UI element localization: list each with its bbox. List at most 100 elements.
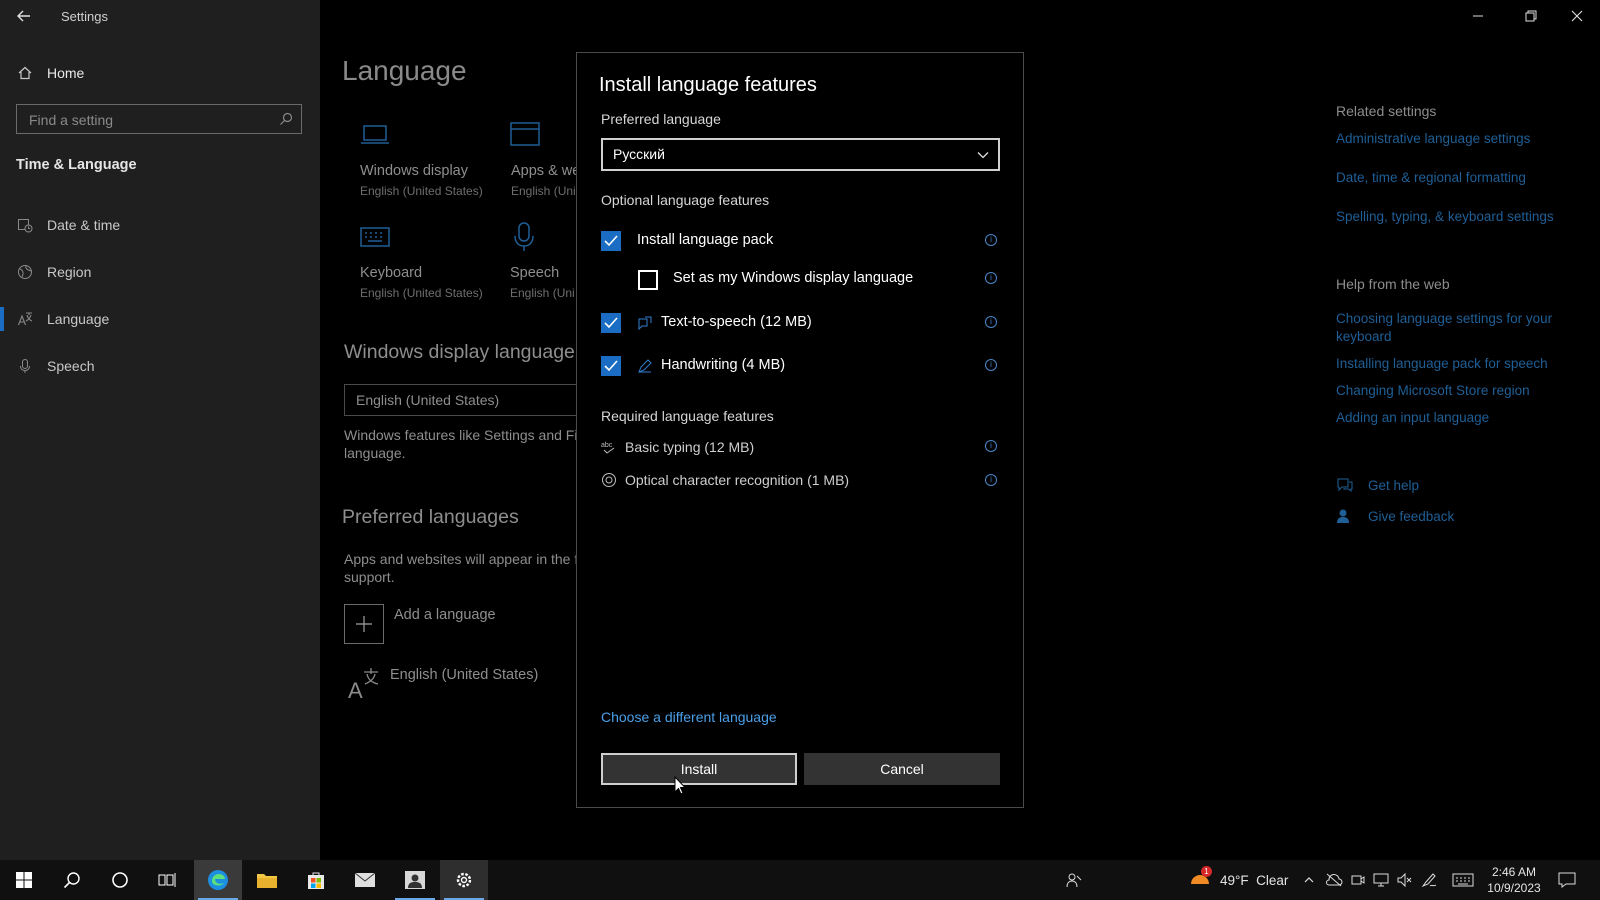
search-input[interactable] [27, 110, 271, 130]
sidebar-item-home-label: Home [47, 65, 85, 81]
set-display-checkbox[interactable] [638, 270, 658, 290]
sidebar-item-label: Date & time [47, 217, 121, 233]
tile-speech-label[interactable]: Speech [510, 265, 559, 281]
link-choosing-language-cont[interactable]: keyboard [1336, 329, 1392, 344]
tile-apps-label[interactable]: Apps & we [511, 163, 580, 179]
keyboard-icon [360, 225, 390, 251]
restore-icon[interactable] [1521, 6, 1541, 26]
onedrive-offline-icon[interactable] [1325, 860, 1343, 900]
sidebar-item-region[interactable]: Region [0, 252, 320, 292]
people-icon[interactable] [391, 860, 439, 900]
taskbar: 1 49°F Clear 2:46 AM 10/9/2023 [0, 860, 1600, 900]
info-icon[interactable]: i [985, 474, 997, 486]
speech-bubble-icon [637, 315, 653, 331]
mail-icon[interactable] [341, 860, 389, 900]
pen-workspace-icon[interactable] [1421, 860, 1437, 900]
link-store-region[interactable]: Changing Microsoft Store region [1336, 383, 1530, 398]
clock[interactable]: 2:46 AM 10/9/2023 [1486, 860, 1542, 900]
people-pinned-icon[interactable] [1050, 860, 1098, 900]
tile-keyboard-sub: English (United States) [360, 286, 483, 300]
search-icon[interactable] [48, 860, 96, 900]
mouse-cursor-icon [674, 776, 686, 796]
install-pack-checkbox[interactable] [601, 231, 621, 251]
microphone-icon [17, 358, 33, 374]
tile-speech-sub: English (Uni [510, 286, 575, 300]
sidebar-item-speech[interactable]: Speech [0, 346, 320, 386]
handwriting-label[interactable]: Handwriting (4 MB) [661, 357, 785, 373]
install-button[interactable]: Install [601, 753, 797, 785]
sidebar-item-home[interactable]: Home [0, 53, 320, 93]
tile-windows-display-sub: English (United States) [360, 184, 483, 198]
touch-keyboard-icon[interactable] [1452, 860, 1474, 900]
link-language-pack-speech[interactable]: Installing language pack for speech [1336, 356, 1548, 371]
task-view-icon[interactable] [144, 860, 192, 900]
volume-muted-icon[interactable] [1397, 860, 1413, 900]
info-icon[interactable]: i [985, 272, 997, 284]
cortana-icon[interactable] [96, 860, 144, 900]
search-icon[interactable] [279, 112, 293, 126]
add-language-button[interactable] [344, 604, 384, 644]
minimize-icon[interactable] [1468, 6, 1488, 26]
feedback-icon [1336, 508, 1354, 524]
info-icon[interactable]: i [985, 359, 997, 371]
installed-language-label[interactable]: English (United States) [390, 667, 538, 683]
choose-different-language-link[interactable]: Choose a different language [601, 709, 777, 725]
close-icon[interactable] [1567, 6, 1587, 26]
checkmark-icon [604, 360, 618, 372]
settings-gear-icon[interactable] [440, 860, 488, 900]
display-language-dropdown[interactable]: English (United States) [344, 384, 580, 416]
weather-sun-icon: 1 [1188, 866, 1212, 892]
link-date-time-formatting[interactable]: Date, time & regional formatting [1336, 170, 1526, 185]
search-box[interactable] [16, 104, 302, 134]
link-choosing-language[interactable]: Choosing language settings for your [1336, 311, 1552, 326]
notifications-icon[interactable] [1558, 860, 1576, 900]
link-add-input-language[interactable]: Adding an input language [1336, 410, 1489, 425]
tile-windows-display-label[interactable]: Windows display [360, 163, 468, 179]
info-icon[interactable]: i [985, 316, 997, 328]
calendar-clock-icon [17, 217, 33, 233]
meet-now-icon[interactable] [1351, 860, 1365, 900]
sidebar-section-title: Time & Language [16, 157, 137, 173]
ocr-icon [601, 472, 617, 488]
basic-typing-icon: abc [601, 439, 617, 455]
display-language-desc-2: language. [344, 445, 406, 461]
basic-typing-label: Basic typing (12 MB) [625, 439, 755, 455]
add-language-label[interactable]: Add a language [394, 607, 496, 623]
svg-text:abc: abc [601, 442, 613, 449]
tts-label[interactable]: Text-to-speech (12 MB) [661, 314, 812, 330]
info-icon[interactable]: i [985, 234, 997, 246]
dialog-title: Install language features [599, 74, 817, 96]
weather-widget[interactable]: 1 49°F Clear [1188, 860, 1288, 900]
microphone-icon [513, 222, 535, 252]
sidebar-item-date-time[interactable]: Date & time [0, 205, 320, 245]
globe-icon [17, 264, 33, 280]
store-icon[interactable] [292, 860, 340, 900]
install-pack-label[interactable]: Install language pack [637, 232, 773, 248]
chevron-down-icon [976, 148, 990, 162]
tile-keyboard-label[interactable]: Keyboard [360, 265, 422, 281]
tts-checkbox[interactable] [601, 313, 621, 333]
preferred-language-value: Русский [613, 146, 665, 162]
cancel-button[interactable]: Cancel [804, 753, 1000, 785]
back-arrow-icon[interactable] [14, 6, 34, 26]
sidebar: Settings Home Time & Language Date & tim… [0, 0, 320, 860]
plus-icon [356, 616, 372, 632]
preferred-language-select[interactable]: Русский [601, 138, 1000, 171]
show-hidden-icons-chevron-up-icon[interactable] [1303, 860, 1315, 900]
network-icon[interactable] [1373, 860, 1389, 900]
handwriting-checkbox[interactable] [601, 356, 621, 376]
link-spelling-typing[interactable]: Spelling, typing, & keyboard settings [1336, 209, 1554, 224]
windows-start-icon[interactable] [0, 860, 48, 900]
give-feedback-link[interactable]: Give feedback [1368, 509, 1454, 524]
file-explorer-icon[interactable] [243, 860, 291, 900]
info-icon[interactable]: i [985, 440, 997, 452]
edge-browser-icon[interactable] [194, 860, 242, 900]
set-display-label[interactable]: Set as my Windows display language [673, 270, 913, 286]
preferred-desc-1: Apps and websites will appear in the f [344, 551, 579, 567]
get-help-link[interactable]: Get help [1368, 478, 1419, 493]
link-admin-language[interactable]: Administrative language settings [1336, 131, 1530, 146]
sidebar-item-language[interactable]: Language [0, 299, 320, 339]
sidebar-item-label: Language [47, 311, 110, 327]
browser-window-icon [510, 122, 540, 148]
checkmark-icon [604, 317, 618, 329]
